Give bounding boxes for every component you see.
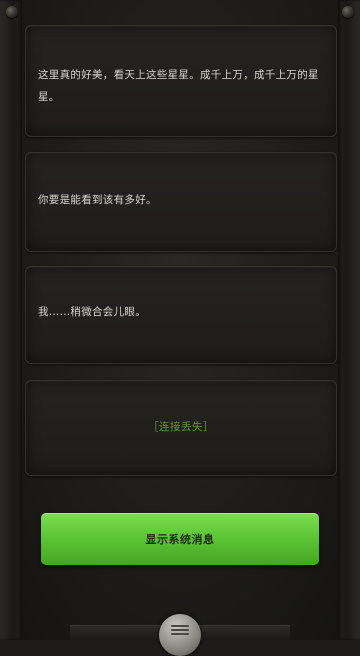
connection-lost-status: ［连接丢失］ <box>148 421 214 433</box>
left-rail <box>0 0 22 640</box>
menu-line <box>171 633 189 635</box>
message-text: 你要是能看到该有多好。 <box>38 194 157 206</box>
status-card: ［连接丢失］ <box>25 380 337 476</box>
menu-icon[interactable] <box>159 614 201 656</box>
message-text: 我……稍微合会儿眼。 <box>38 306 146 318</box>
message-text: 这里真的好美，看天上这些星星。成千上万，成千上万的星星。 <box>38 69 319 103</box>
message-card: 你要是能看到该有多好。 <box>25 152 337 252</box>
menu-line <box>171 629 189 631</box>
message-card: 我……稍微合会儿眼。 <box>25 266 337 364</box>
right-rail <box>338 0 360 640</box>
menu-line <box>171 625 189 627</box>
message-card: 这里真的好美，看天上这些星星。成千上万，成千上万的星星。 <box>25 25 337 137</box>
show-system-messages-button[interactable]: 显示系统消息 <box>41 513 319 565</box>
rivet-decoration <box>342 6 354 18</box>
rivet-decoration <box>6 6 18 18</box>
